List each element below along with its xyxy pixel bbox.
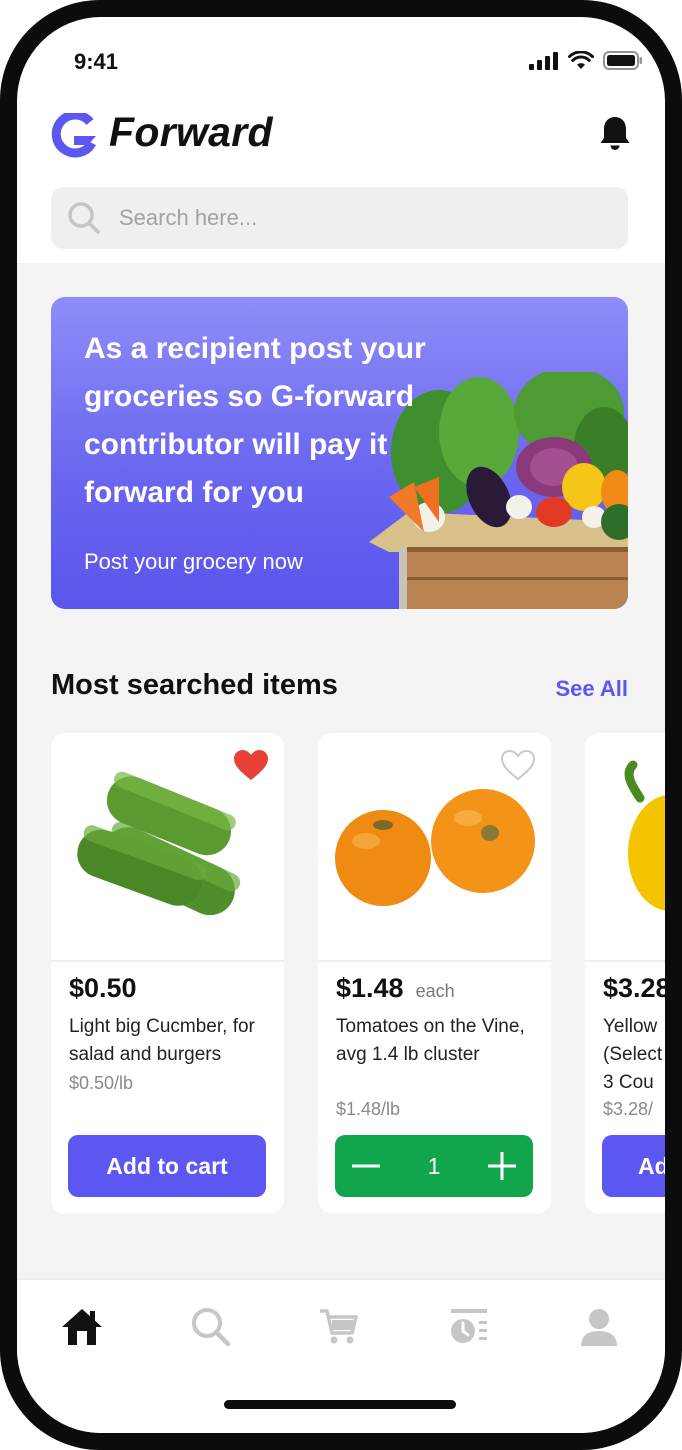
status-icons (529, 51, 643, 70)
post-grocery-link[interactable]: Post your grocery now (84, 549, 303, 575)
nav-cart[interactable] (309, 1302, 369, 1352)
promo-banner[interactable]: As a recipient post your groceries so G-… (51, 297, 628, 609)
product-price: $1.48 each (336, 973, 455, 1003)
nav-history[interactable] (439, 1302, 499, 1352)
search-icon (192, 1308, 231, 1347)
section-title: Most searched items (51, 669, 338, 701)
logo-icon (51, 113, 96, 158)
card-divider (51, 960, 284, 962)
signal-icon (529, 51, 558, 70)
decrement-button[interactable] (335, 1135, 397, 1197)
price-unit: each (415, 981, 455, 1001)
product-name: Light big Cucmber, for salad and burgers (69, 1016, 255, 1065)
card-divider (318, 960, 551, 962)
product-card[interactable]: $3.28 Yellow (Select 3 Cou $3.28/ Ad (585, 733, 665, 1214)
product-name: Yellow (Select 3 Cou (603, 1016, 663, 1093)
nav-search[interactable] (181, 1302, 241, 1352)
quantity-value: 1 (427, 1152, 441, 1179)
quantity-stepper[interactable]: 1 (335, 1135, 533, 1197)
add-to-cart-button[interactable]: Ad (602, 1135, 665, 1197)
product-price: $0.50 (69, 973, 137, 1003)
product-card[interactable]: $0.50 Light big Cucmber, for salad and b… (51, 733, 284, 1214)
heart-icon-outline[interactable] (500, 749, 536, 781)
profile-icon (581, 1309, 617, 1346)
home-icon (62, 1309, 102, 1345)
unit-price: $0.50/lb (69, 1073, 134, 1093)
product-card[interactable]: $1.48 each Tomatoes on the Vine, avg 1.4 … (318, 733, 551, 1214)
search-input[interactable] (119, 205, 559, 231)
status-time: 9:41 (74, 49, 119, 74)
banner-text: As a recipient post your groceries so G-… (84, 332, 426, 509)
unit-price: $1.48/lb (336, 1099, 401, 1119)
brand-name: Forward (109, 109, 273, 155)
search-bar[interactable] (51, 187, 628, 249)
search-icon (68, 202, 100, 234)
increment-button[interactable] (471, 1135, 533, 1197)
history-icon (451, 1309, 487, 1343)
unit-price: $3.28/ (603, 1099, 654, 1119)
product-name: Tomatoes on the Vine, avg 1.4 lb cluster (336, 1016, 525, 1065)
yellow-pepper-image (624, 760, 665, 911)
phone-frame: 9:41 Forward Search here... As a recipie… (0, 0, 682, 1450)
bottom-nav (17, 1278, 665, 1433)
battery-icon (603, 51, 642, 70)
app-screen: 9:41 Forward Search here... As a recipie… (17, 17, 665, 1433)
cart-icon (320, 1309, 358, 1344)
heart-icon-filled[interactable] (233, 749, 269, 781)
add-to-cart-button[interactable]: Add to cart (68, 1135, 266, 1197)
home-indicator (224, 1400, 456, 1409)
product-price: $3.28 (603, 973, 665, 1003)
card-divider (585, 960, 665, 962)
wifi-icon (568, 51, 594, 69)
nav-profile[interactable] (569, 1302, 629, 1352)
minus-icon (352, 1164, 380, 1168)
bell-icon[interactable] (599, 115, 631, 151)
plus-icon (487, 1152, 516, 1180)
see-all-link[interactable]: See All (555, 676, 628, 702)
nav-home[interactable] (52, 1302, 112, 1352)
